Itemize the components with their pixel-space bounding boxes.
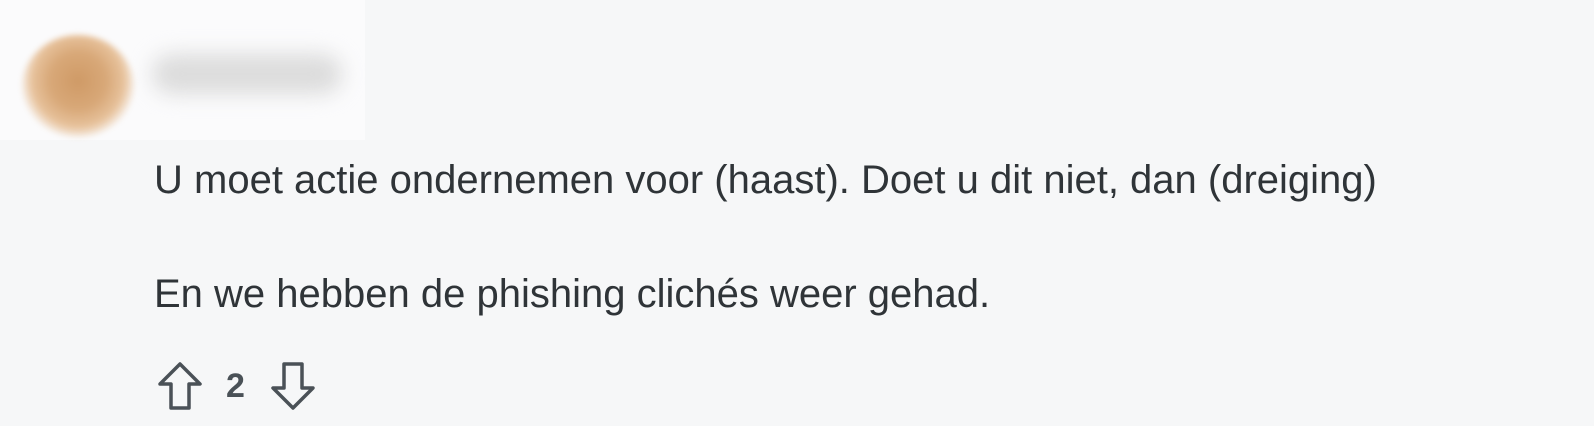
vote-actions: 2 [154, 358, 319, 414]
comment-author-header [0, 0, 365, 140]
comment-paragraph: En we hebben de phishing clichés weer ge… [154, 272, 991, 316]
downvote-button[interactable] [267, 358, 319, 414]
comment-card: U moet actie ondernemen voor (haast). Do… [0, 0, 1594, 426]
avatar[interactable] [22, 35, 134, 137]
username-redacted[interactable] [152, 54, 342, 94]
vote-score: 2 [226, 367, 245, 405]
upvote-button[interactable] [154, 358, 206, 414]
arrow-down-outline-icon [271, 362, 315, 410]
arrow-up-outline-icon [158, 362, 202, 410]
comment-paragraph: U moet actie ondernemen voor (haast). Do… [154, 158, 1377, 202]
comment-body: U moet actie ondernemen voor (haast). Do… [154, 154, 1594, 320]
